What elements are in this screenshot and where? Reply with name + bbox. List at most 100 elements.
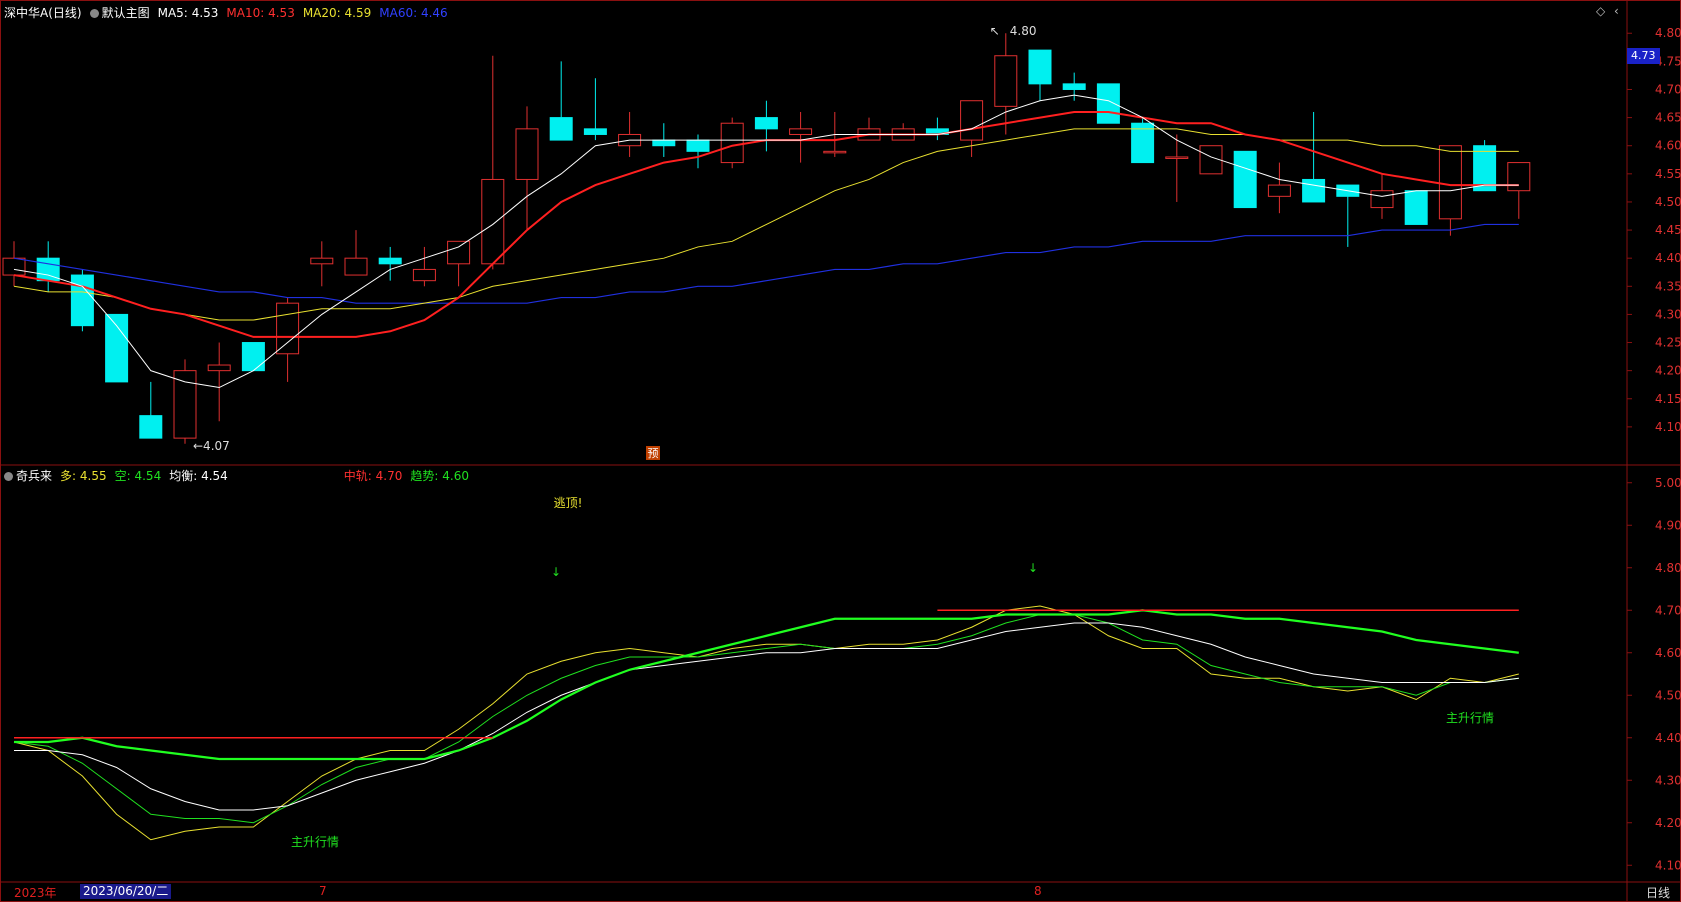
- kong-line: [13, 614, 1519, 824]
- candle-body: [173, 370, 197, 439]
- candle-body: [754, 117, 778, 130]
- candle-body: [652, 139, 676, 147]
- main-y-tick-label: 4.55: [1655, 167, 1681, 181]
- sub-y-tick-label: 4.30: [1655, 773, 1681, 787]
- candle-body: [720, 122, 744, 164]
- zhonggui-readout: 中轨: 4.70: [343, 469, 403, 483]
- candle-body: [1404, 190, 1428, 225]
- escape-arrow-icon: ↓: [551, 565, 561, 579]
- sub-y-tick-label: 4.70: [1655, 603, 1681, 617]
- jun-line: [14, 622, 1519, 811]
- sub-y-tick-label: 5.00: [1655, 476, 1681, 490]
- chart-frame: [0, 0, 1681, 902]
- candle-body: [789, 128, 813, 135]
- sub-y-tick-label: 4.80: [1655, 561, 1681, 575]
- stock-name[interactable]: 深中华A(日线): [4, 4, 82, 21]
- forecast-marker: 预: [648, 447, 659, 460]
- cursor-date: 2023/06/20/二: [80, 884, 172, 899]
- duo-readout: 多: 4.55: [60, 469, 107, 483]
- candle-body: [1096, 83, 1120, 124]
- candle-body: [686, 139, 710, 152]
- candle-body: [823, 150, 847, 154]
- candle-body: [276, 302, 300, 355]
- sub-y-tick-label: 4.40: [1655, 731, 1681, 745]
- main-y-tick-label: 4.45: [1655, 223, 1681, 237]
- candle-body: [1438, 145, 1462, 220]
- candle-body: [1302, 178, 1326, 203]
- candle-body: [2, 257, 26, 276]
- candle-body: [241, 342, 265, 372]
- sub-y-tick-label: 4.50: [1655, 688, 1681, 702]
- sub-y-tick-label: 4.90: [1655, 518, 1681, 532]
- main-y-tick-label: 4.20: [1655, 364, 1681, 378]
- main-rise-label-2: 主升行情: [1446, 711, 1494, 725]
- duo-line: [13, 605, 1519, 841]
- ma10-readout: MA10: 4.53: [226, 5, 295, 20]
- year-label: 2023年: [14, 886, 57, 900]
- candle-body: [1165, 156, 1189, 159]
- main-y-tick-label: 4.30: [1655, 307, 1681, 321]
- candle-body: [1370, 190, 1394, 209]
- current-price-tag: 4.73: [1627, 48, 1660, 64]
- main-y-tick-label: 4.10: [1655, 420, 1681, 434]
- candle-body: [70, 274, 94, 327]
- main-rise-label-1: 主升行情: [291, 835, 339, 849]
- indicator-header: 奇兵来 多: 4.55 空: 4.54 均衡: 4.54 中轨: 4.70 趋势…: [4, 467, 469, 484]
- main-y-tick-label: 4.50: [1655, 195, 1681, 209]
- indicator-name[interactable]: 奇兵来: [4, 467, 52, 484]
- month-label-7: 7: [319, 884, 327, 898]
- indicator-dropdown-icon[interactable]: [4, 472, 13, 481]
- main-y-tick-label: 4.80: [1655, 26, 1681, 40]
- candle-body: [139, 415, 163, 439]
- candle-body: [207, 364, 231, 372]
- candle-body: [583, 128, 607, 135]
- main-y-tick-label: 4.70: [1655, 82, 1681, 96]
- high-arrow-icon: ↖: [990, 24, 1000, 38]
- candle-body: [549, 117, 573, 141]
- candle-body: [1233, 150, 1257, 209]
- ma60-line: [13, 223, 1519, 304]
- ma5-readout: MA5: 4.53: [157, 5, 219, 20]
- candle-body: [1507, 162, 1531, 192]
- ma60-readout: MA60: 4.46: [379, 5, 448, 20]
- chart-canvas[interactable]: 4.10 4.15 4.20 4.25 4.30 4.35 4.40 4.45 4.50 4.55…: [0, 0, 1681, 902]
- chevron-left-icon[interactable]: ‹: [1614, 4, 1619, 18]
- escape-top-label: 逃顶!: [554, 496, 583, 510]
- sub-y-tick-label: 4.10: [1655, 858, 1681, 872]
- candle-body: [344, 257, 368, 276]
- candle-body: [515, 128, 539, 180]
- main-y-tick-label: 4.65: [1655, 111, 1681, 125]
- main-y-tick-label: 4.40: [1655, 251, 1681, 265]
- escape-arrow-icon-2: ↓: [1028, 561, 1038, 575]
- main-y-tick-label: 4.15: [1655, 392, 1681, 406]
- template-dropdown-icon[interactable]: [89, 9, 99, 18]
- month-label-8: 8: [1034, 884, 1042, 898]
- candle-body: [481, 178, 505, 265]
- template-selector[interactable]: 默认主图: [89, 4, 150, 21]
- kong-readout: 空: 4.54: [114, 469, 162, 483]
- candle-body: [412, 268, 436, 282]
- main-y-tick-label: 4.25: [1655, 336, 1681, 350]
- sub-y-tick-label: 4.20: [1655, 816, 1681, 830]
- main-chart-header: 深中华A(日线) 默认主图 MA5: 4.53 MA10: 4.53 MA20:…: [4, 4, 448, 21]
- candle-body: [960, 100, 984, 141]
- candle-body: [105, 313, 129, 383]
- low-price-label: ←4.07: [193, 439, 230, 453]
- candle-body: [994, 55, 1018, 107]
- candle-body: [1062, 83, 1086, 90]
- candle-body: [310, 257, 334, 265]
- main-y-tick-label: 4.35: [1655, 279, 1681, 293]
- diamond-icon[interactable]: ◇: [1596, 4, 1605, 18]
- candle-body: [1473, 145, 1497, 192]
- qushi-readout: 趋势: 4.60: [410, 469, 469, 483]
- main-y-tick-label: 4.60: [1655, 139, 1681, 153]
- sub-y-tick-label: 4.60: [1655, 646, 1681, 660]
- period-selector[interactable]: 日线: [1646, 884, 1670, 901]
- candle-body: [447, 240, 471, 265]
- high-price-label: 4.80: [1010, 24, 1037, 38]
- ma20-readout: MA20: 4.59: [302, 5, 372, 20]
- candle-body: [1267, 184, 1291, 197]
- jun-readout: 均衡: 4.54: [169, 469, 228, 483]
- candle-body: [1028, 49, 1052, 85]
- candle-body: [378, 257, 402, 265]
